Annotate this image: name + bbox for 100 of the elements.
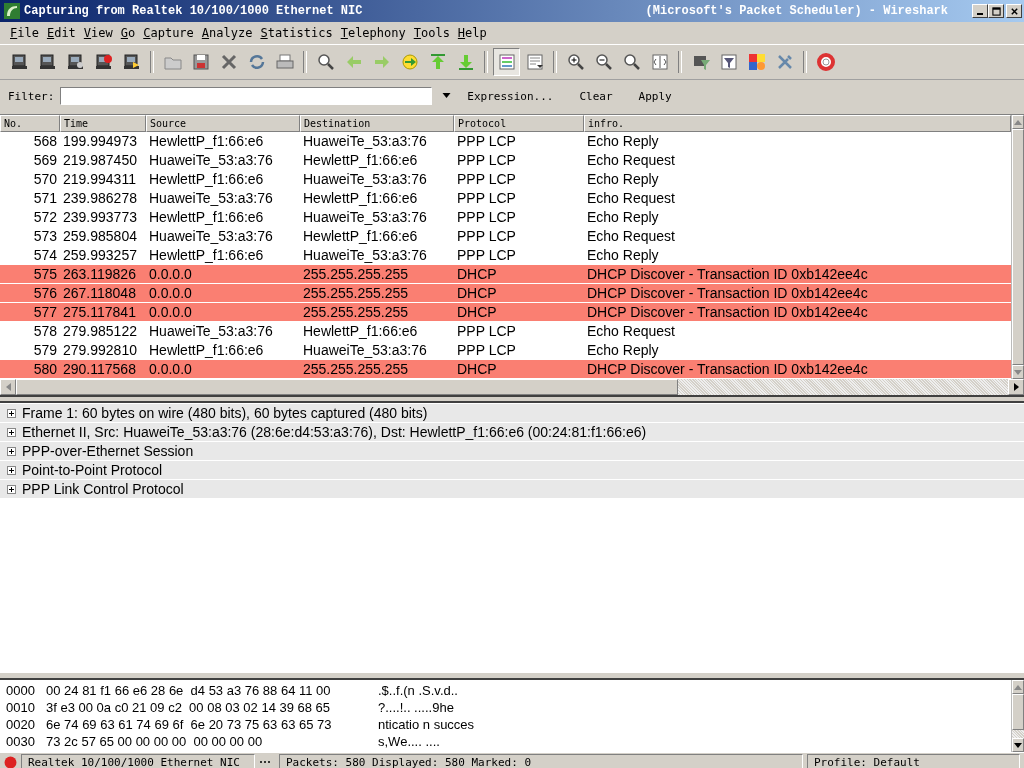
scroll-up-button[interactable] (1012, 680, 1024, 694)
table-cell-text: DHCP (456, 266, 498, 282)
up-triangle-icon (1014, 684, 1022, 690)
filter-button[interactable]: Expression... (461, 87, 560, 105)
expander-icon[interactable] (7, 465, 16, 475)
table-cell-text: PPP LCP (456, 171, 517, 187)
table-cell-text: 0.0.0.0 (148, 266, 193, 282)
table-cell-text: 0.0.0.0 (148, 304, 193, 320)
scroll-up-button[interactable] (1012, 115, 1024, 129)
minimize-button[interactable] (972, 4, 988, 18)
colorize-button[interactable] (493, 48, 520, 76)
tree-row[interactable]: PPP Link Control Protocol (0, 480, 1024, 499)
menu-item[interactable]: Tools (409, 26, 454, 40)
list-scroll-icon (524, 52, 545, 72)
table-cell-text: 575 (32, 266, 58, 282)
scroll-right-button[interactable] (1008, 379, 1024, 395)
table-cell-text: HewlettP_f1:66:e6 (302, 152, 419, 168)
stop-light-icon (4, 755, 17, 768)
table-cell-text: 569 (32, 152, 58, 168)
zoom-in-icon (565, 52, 586, 72)
menu-item[interactable]: Analyze (197, 26, 257, 40)
maximize-button[interactable] (988, 4, 1004, 18)
window-title: Capturing from Realtek 10/100/1000 Ethernet NIC (24, 4, 363, 18)
column-header[interactable]: Source (146, 115, 300, 132)
scrollbar-track[interactable] (1012, 730, 1024, 738)
colored-list-icon (496, 52, 517, 72)
ascii-text: ?....!.. .....9he (378, 700, 454, 715)
tree-row[interactable]: Point-to-Point Protocol (0, 461, 1024, 480)
tree-item-text: PPP Link Control Protocol (22, 481, 184, 497)
hex-bytes: 00 24 81 f1 66 e6 28 6e d4 53 a3 76 88 64 11 00 (46, 683, 332, 698)
table-cell-text: 579 (32, 342, 58, 358)
packet-count-status: Packets: 580 Displayed: 580 Marked: 0 (279, 753, 803, 768)
network-card-stop-icon (93, 52, 114, 72)
tree-item-text: PPP-over-Ethernet Session (22, 443, 194, 459)
filter-button[interactable]: Apply (632, 87, 678, 105)
column-header[interactable]: Protocol (454, 115, 584, 132)
table-cell-text: DHCP (456, 285, 498, 301)
vertical-scrollbar[interactable] (1011, 115, 1024, 379)
tree-row[interactable]: Ethernet II, Src: HuaweiTe_53:a3:76 (28:6e:d4:53:a3:76), Dst: HewlettP_f1:66:e6 (00:24:81:f1:66:e6) (0, 423, 1024, 442)
vertical-scrollbar[interactable] (1011, 680, 1024, 752)
tree-item-text: Frame 1: 60 bytes on wire (480 bits), 60 bytes captured (480 bits) (22, 405, 428, 421)
table-cell-text: HewlettP_f1:66:e6 (148, 133, 265, 149)
menu-item[interactable]: Help (453, 26, 491, 40)
column-header[interactable]: infro. (584, 115, 1011, 132)
table-cell-text: 576 (32, 285, 58, 301)
table-cell-text: 199.994973 (62, 133, 138, 149)
tree-row[interactable]: PPP-over-Ethernet Session (0, 442, 1024, 461)
horizontal-scrollbar[interactable] (0, 379, 1024, 397)
table-cell-text: HewlettP_f1:66:e6 (148, 247, 265, 263)
table-cell-text: 255.255.255.255 (302, 361, 410, 377)
column-header[interactable]: Time (60, 115, 146, 132)
menu-item[interactable]: Edit (42, 26, 80, 40)
table-cell-text: 267.118048 (62, 285, 137, 301)
filter-field[interactable] (60, 87, 433, 105)
network-card-icon (37, 52, 58, 72)
scroll-left-button[interactable] (0, 379, 16, 395)
menu-item[interactable]: Statistics (256, 26, 337, 40)
tree-row[interactable]: Frame 1: 60 bytes on wire (480 bits), 60 bytes captured (480 bits) (0, 404, 1024, 423)
packet-row[interactable]: 575 263.119826 0.0.0.0 255.255.255.255 DHCP DHCP Discover - Transaction ID 0xb142ee4c (0, 265, 1011, 284)
filter-button[interactable]: Clear (573, 87, 619, 105)
magnifier-icon (621, 52, 642, 72)
menu-item[interactable]: Go (116, 26, 140, 40)
table-cell-text: PPP LCP (456, 190, 517, 206)
down-triangle-icon (1014, 742, 1022, 748)
interface-status: Realtek 10/100/1000 Ethernet NIC (21, 753, 255, 768)
menu-item[interactable]: File (6, 26, 43, 40)
menu-item[interactable]: Capture (139, 26, 198, 40)
down-triangle-icon (1014, 369, 1022, 375)
table-cell-text: HewlettP_f1:66:e6 (302, 190, 419, 206)
hex-offset: 0000 (6, 683, 36, 698)
menu-item[interactable]: View (79, 26, 117, 40)
table-cell-text: 0.0.0.0 (148, 361, 193, 377)
expander-icon[interactable] (7, 427, 16, 437)
table-cell-text: 255.255.255.255 (302, 266, 410, 282)
profile-status: Profile: Default (807, 753, 1020, 768)
right-triangle-icon (1013, 383, 1019, 391)
scrollbar-thumb[interactable] (16, 379, 678, 395)
table-cell-text: HewlettP_f1:66:e6 (148, 342, 265, 358)
packet-row[interactable]: 580 290.117568 0.0.0.0 255.255.255.255 DHCP DHCP Discover - Transaction ID 0xb142ee4c (0, 360, 1011, 379)
scrollbar-thumb[interactable] (1012, 129, 1024, 365)
expander-icon[interactable] (7, 408, 16, 418)
packet-row[interactable]: 576 267.118048 0.0.0.0 255.255.255.255 DHCP DHCP Discover - Transaction ID 0xb142ee4c (0, 284, 1011, 303)
scrollbar-thumb[interactable] (1012, 694, 1024, 730)
table-cell-text: 570 (32, 171, 58, 187)
table-cell-text: Echo Request (586, 190, 676, 206)
packet-row[interactable]: 577 275.117841 0.0.0.0 255.255.255.255 DHCP DHCP Discover - Transaction ID 0xb142ee4c (0, 303, 1011, 322)
table-cell-text: HuaweiTe_53:a3:76 (148, 190, 274, 206)
table-cell-text: PPP LCP (456, 342, 517, 358)
column-header[interactable]: No. (0, 115, 60, 132)
menu-item[interactable]: Telephony (336, 26, 410, 40)
expander-icon[interactable] (7, 446, 16, 456)
table-cell-text: HewlettP_f1:66:e6 (302, 228, 419, 244)
column-header[interactable]: Destination (300, 115, 454, 132)
close-button[interactable] (1006, 4, 1022, 18)
network-card-play-icon (121, 52, 142, 72)
maximize-icon (991, 6, 1001, 16)
scroll-down-button[interactable] (1012, 738, 1024, 752)
expander-icon[interactable] (7, 484, 16, 494)
more-icon[interactable] (259, 760, 271, 764)
funnel-icon (718, 52, 739, 72)
